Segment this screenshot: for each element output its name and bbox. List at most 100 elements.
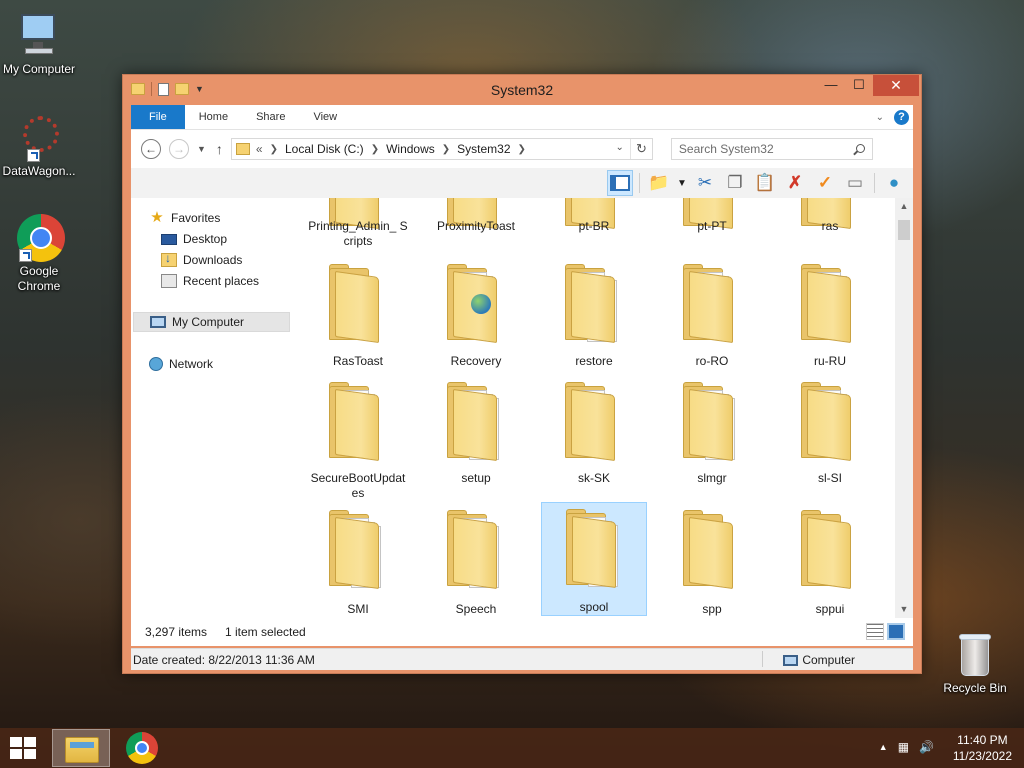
nav-item-favorites[interactable]: ★ Favorites — [149, 208, 306, 228]
folder-item[interactable]: Recovery — [423, 260, 529, 374]
folder-icon — [325, 510, 389, 590]
folder-item[interactable]: Printing_Admin_ Scripts — [305, 198, 411, 262]
breadcrumb-windows[interactable]: Windows — [386, 142, 435, 156]
folder-icon — [797, 264, 861, 344]
recovery-globe-icon — [471, 294, 491, 314]
folder-icon — [325, 382, 389, 462]
paste-icon[interactable]: 📋 — [752, 170, 778, 196]
scroll-down-icon[interactable]: ▼ — [895, 601, 913, 618]
windows-logo-icon — [10, 737, 22, 747]
folder-item[interactable]: sl-SI — [777, 378, 883, 492]
clock[interactable]: 11:40 PM 11/23/2022 — [953, 732, 1012, 764]
show-hidden-icons-icon[interactable]: ▲ — [879, 742, 888, 752]
folder-item[interactable]: pt-PT — [659, 198, 765, 262]
folder-name: RasToast — [332, 354, 384, 368]
scrollbar-thumb[interactable] — [898, 220, 910, 240]
location-indicator: Computer — [783, 653, 855, 667]
tab-home[interactable]: Home — [185, 105, 242, 129]
recent-locations-dropdown-icon[interactable]: ▼ — [197, 144, 206, 154]
nav-item-network[interactable]: Network — [149, 354, 306, 374]
folder-item[interactable]: setup — [423, 378, 529, 492]
nav-item-my-computer[interactable]: My Computer — [133, 312, 290, 332]
select-folder-button[interactable]: 📁 — [646, 170, 672, 196]
large-icons-view-icon[interactable] — [887, 623, 905, 640]
tab-file[interactable]: File — [131, 105, 185, 129]
nav-item-label: Recent places — [183, 274, 260, 288]
system-tray: ▲ ▦ 🔊 — [879, 740, 934, 754]
folder-icon — [443, 264, 507, 344]
folder-item[interactable]: sk-SK — [541, 378, 647, 492]
nav-item-label: Network — [169, 357, 214, 371]
expand-ribbon-icon[interactable]: ⌄ — [876, 112, 884, 123]
taskbar: ▲ ▦ 🔊 11:40 PM 11/23/2022 — [0, 728, 1024, 768]
folder-item[interactable]: ro-RO — [659, 260, 765, 374]
folder-item[interactable]: sppui — [777, 508, 883, 618]
back-button[interactable]: ← — [141, 139, 161, 159]
folder-item[interactable]: restore — [541, 260, 647, 374]
desktop-icon — [161, 233, 177, 245]
globe-icon[interactable]: ● — [881, 170, 907, 196]
breadcrumb-system32[interactable]: System32 — [457, 142, 510, 156]
toolbar-dropdown-icon[interactable]: ▼ — [676, 170, 688, 196]
copy-icon[interactable]: ❐ — [722, 170, 748, 196]
clock-date: 11/23/2022 — [952, 749, 1012, 763]
folder-item-selected[interactable]: spool — [541, 502, 647, 616]
address-overflow[interactable]: « — [256, 142, 263, 156]
up-button[interactable]: ↑ — [216, 141, 223, 157]
recent-places-icon — [161, 274, 177, 288]
checkmark-icon[interactable]: ✓ — [812, 170, 838, 196]
maximize-button[interactable]: ☐ — [845, 75, 873, 96]
network-tray-icon[interactable]: ▦ — [898, 740, 909, 754]
folder-item[interactable]: spp — [659, 508, 765, 618]
folder-item[interactable]: SecureBootUpdat es — [305, 378, 411, 500]
vertical-scrollbar[interactable]: ▲ ▼ — [895, 198, 913, 618]
nav-item-label: Desktop — [183, 232, 228, 246]
search-icon[interactable] — [855, 144, 865, 153]
preview-pane-button[interactable] — [607, 170, 633, 196]
scroll-up-icon[interactable]: ▲ — [895, 198, 913, 215]
shortcut-arrow-icon — [27, 149, 40, 162]
breadcrumb-local-disk[interactable]: Local Disk (C:) — [285, 142, 364, 156]
start-button[interactable] — [10, 737, 36, 759]
minimize-button[interactable]: — — [817, 75, 845, 96]
folder-icon — [797, 510, 861, 590]
desktop-icon-my-computer[interactable]: My Computer — [0, 12, 78, 77]
details-view-icon[interactable] — [866, 623, 884, 640]
clock-time: 11:40 PM — [957, 733, 1008, 747]
folder-item[interactable]: slmgr — [659, 378, 765, 492]
folder-item[interactable]: SMI — [305, 508, 411, 618]
address-bar[interactable]: « ❯ Local Disk (C:) ❯ Windows ❯ System32… — [230, 138, 653, 160]
folder-item[interactable]: ProximityToast — [423, 198, 529, 262]
taskbar-file-explorer[interactable] — [52, 729, 110, 767]
desktop-icon-recycle-bin[interactable]: Recycle Bin — [936, 632, 1014, 696]
folder-item[interactable]: Speech — [423, 508, 529, 618]
tab-view[interactable]: View — [299, 105, 351, 129]
downloads-icon — [161, 251, 177, 267]
tab-share[interactable]: Share — [242, 105, 299, 129]
folder-name: SecureBootUpdat es — [310, 471, 406, 500]
forward-button[interactable]: → — [169, 139, 189, 159]
desktop-icon-google-chrome[interactable]: Google Chrome — [0, 214, 78, 294]
cut-icon[interactable]: ✂ — [692, 170, 718, 196]
delete-icon[interactable]: ✗ — [782, 170, 808, 196]
explorer-window[interactable]: ▼ System32 — ☐ ✕ File Home Share View ⌄ … — [122, 74, 922, 674]
title-bar[interactable]: ▼ System32 — ☐ ✕ — [123, 75, 921, 105]
volume-icon[interactable]: 🔊 — [919, 740, 934, 754]
help-icon[interactable]: ? — [894, 109, 909, 125]
desktop-icon-datawagon[interactable]: DataWagon... — [0, 114, 78, 179]
nav-item-label: Favorites — [171, 211, 221, 225]
folder-item[interactable]: RasToast — [305, 260, 411, 374]
folder-item[interactable]: ru-RU — [777, 260, 883, 374]
folder-item[interactable]: pt-BR — [541, 198, 647, 262]
search-input[interactable]: Search System32 — [670, 138, 873, 160]
taskbar-chrome[interactable] — [126, 732, 158, 764]
search-placeholder: Search System32 — [678, 142, 774, 156]
folder-icon — [679, 510, 743, 590]
shortcut-arrow-icon — [19, 249, 32, 262]
close-button[interactable]: ✕ — [873, 75, 919, 96]
refresh-button[interactable]: ↻ — [629, 139, 652, 159]
folder-item[interactable]: ras — [777, 198, 883, 262]
rename-icon[interactable]: ▭ — [842, 170, 868, 196]
address-dropdown-icon[interactable]: ⌄ — [616, 142, 624, 153]
file-list[interactable]: Printing_Admin_ Scripts ProximityToast p… — [291, 198, 895, 618]
